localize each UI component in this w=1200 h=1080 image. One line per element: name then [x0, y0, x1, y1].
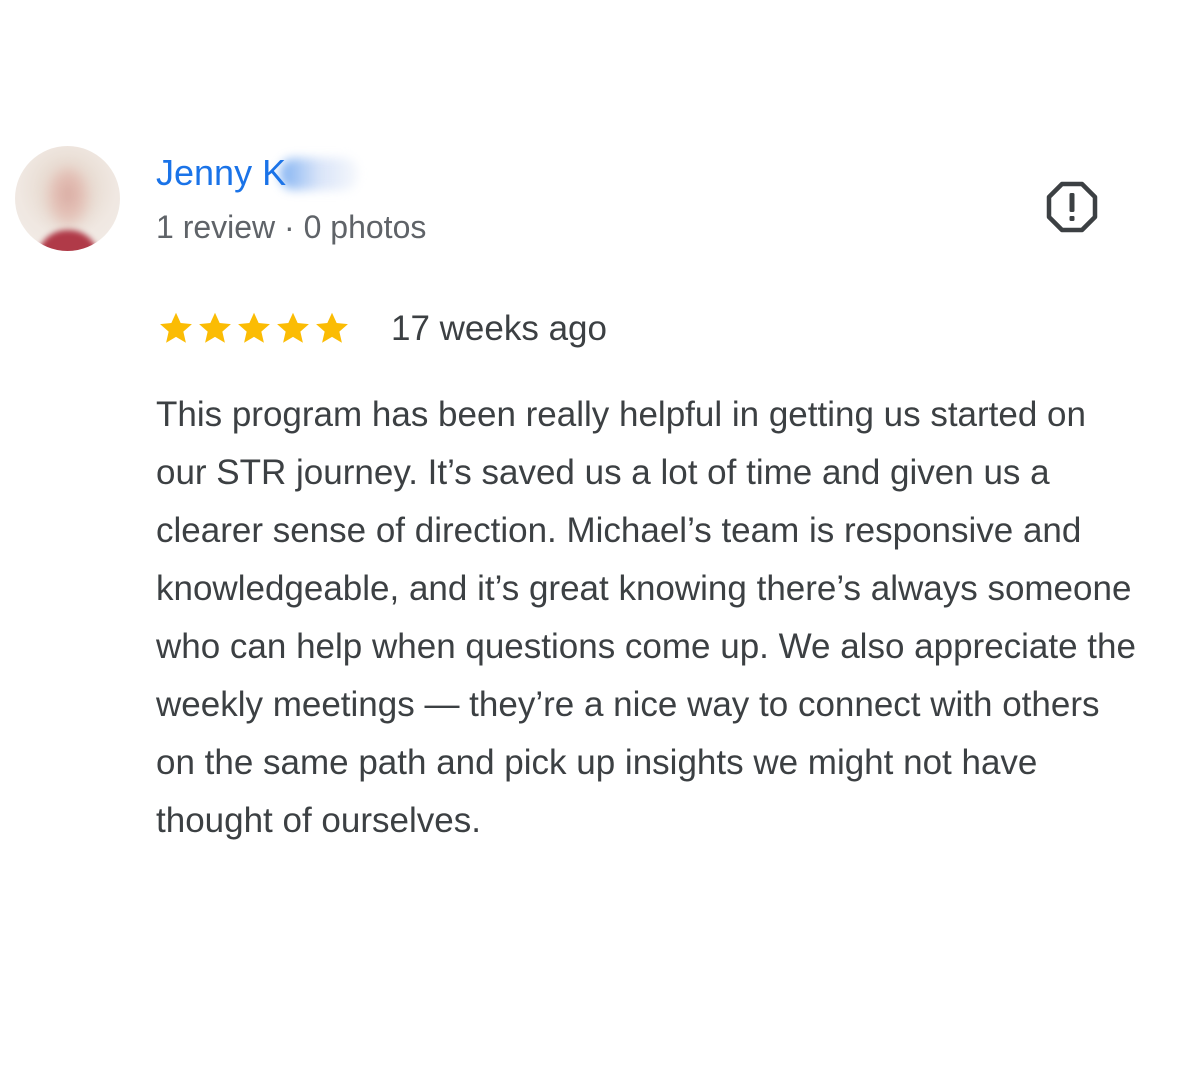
- star-rating: [158, 306, 350, 350]
- star-icon: [238, 312, 270, 343]
- star-icon: [199, 312, 231, 343]
- review-date: 17 weeks ago: [391, 309, 607, 348]
- star-icon: [277, 312, 309, 343]
- avatar-face-blurred: [47, 168, 89, 226]
- reviewer-name-redaction: [280, 158, 358, 190]
- review-body: This program has been really helpful in …: [156, 395, 1136, 840]
- report-flag-icon[interactable]: [1045, 180, 1099, 234]
- reviewer-name-link[interactable]: Jenny K: [156, 152, 286, 194]
- avatar-shirt-blurred: [37, 230, 99, 251]
- stars-container: [158, 310, 350, 346]
- reviewer-avatar[interactable]: [15, 146, 120, 251]
- reviewer-meta: 1 review · 0 photos: [156, 209, 427, 245]
- star-icon: [316, 312, 348, 343]
- star-icon: [160, 312, 192, 343]
